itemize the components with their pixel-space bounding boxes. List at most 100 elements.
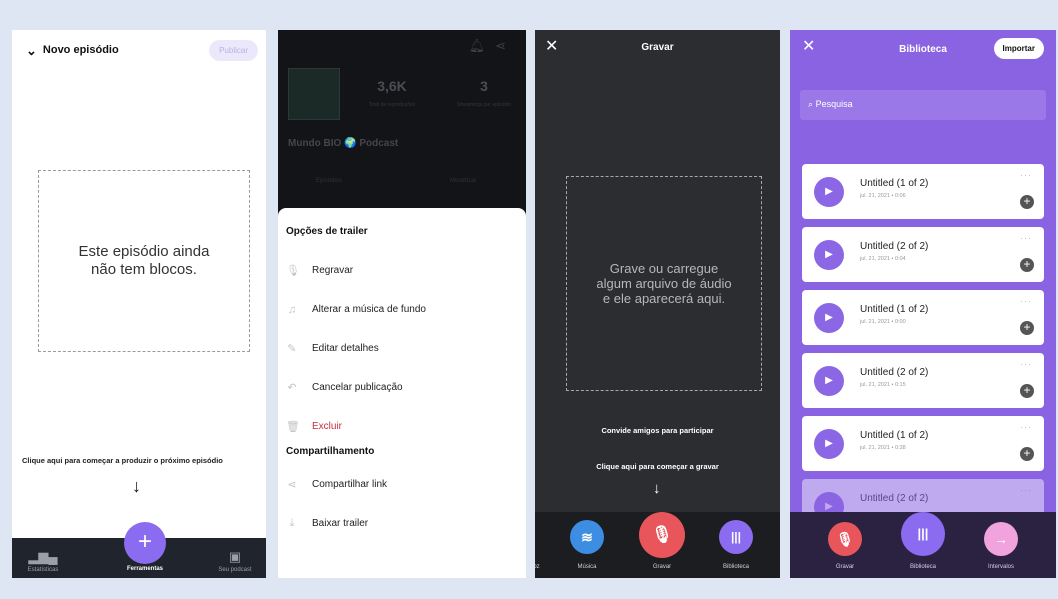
header-title-group[interactable]: ⌄ Novo episódio [26,44,119,57]
play-icon[interactable]: ▶ [814,303,844,333]
add-icon[interactable]: + [1020,321,1034,335]
bar-chart-icon: ▂▆▄ [28,549,58,564]
more-icon[interactable]: ··· [1020,233,1032,243]
download-icon: ⤓ [289,517,295,529]
tab-monetize[interactable]: Monetizar [450,178,476,184]
podcast-icon: ▣ [228,549,242,564]
plays-value: 3,6K [377,78,407,94]
list-item[interactable]: ▶ Untitled (2 of 2) jul. 21, 2021 • 0:15… [802,353,1044,408]
arrow-down-icon: ↓ [132,476,141,496]
arrow-down-icon: ↓ [653,480,661,497]
podcast-name: Mundo BIO 🌍 Podcast [288,138,399,149]
chevron-down-icon[interactable]: ⌄ [26,44,37,57]
streams-value: 3 [480,78,488,94]
list-item[interactable]: ▶ Untitled (1 of 2) jul. 21, 2021 • 0:06… [802,164,1044,219]
play-icon[interactable]: ▶ [814,429,844,459]
library-icon: ||| [730,530,742,544]
empty-state-text: Este episódio ainda não tem blocos. [78,243,210,278]
option-label: Excluir [312,421,343,432]
option-label: Alterar a música de fundo [312,304,426,315]
podcast-cover [288,68,340,120]
more-icon[interactable]: ··· [1020,485,1032,495]
spotify-music-button[interactable]: ≋ [570,520,604,554]
trailer-options-screen: 🔔︎⋖ 3,6K Total de reproduções 3 Streamin… [278,30,526,578]
search-placeholder: Pesquisa [815,99,853,109]
trailer-section-title: Opções de trailer [286,226,368,237]
microphone-icon: 🎙︎ [651,525,673,544]
bell-icon[interactable]: 🔔︎ [469,38,496,53]
add-icon[interactable]: + [1020,195,1034,209]
delete-option[interactable]: 🗑︎ Excluir [286,407,518,446]
intervals-label: Intervalos [987,564,1014,570]
record-toolbar: voz ≋ Música 🎙︎ Gravar ||| Biblioteca [535,512,780,578]
item-title: Untitled (2 of 2) [860,367,929,378]
add-button[interactable]: + [124,522,166,564]
microphone-icon: 🎙︎ [286,265,300,277]
share-section-title: Compartilhamento [286,446,375,457]
publish-button[interactable]: Publicar [209,39,258,61]
search-input[interactable]: ⌕ Pesquisa [800,90,1046,120]
record-button[interactable]: 🎙︎ [639,512,685,558]
add-icon[interactable]: + [1020,384,1034,398]
change-music-option[interactable]: ♫ Alterar a música de fundo [286,290,518,329]
edit-details-option[interactable]: ✎ Editar detalhes [286,329,518,368]
add-icon[interactable]: + [1020,258,1034,272]
top-actions: 🔔︎⋖ [469,38,516,54]
library-label: Biblioteca [909,564,936,570]
music-label: Música [577,564,597,570]
intervals-button[interactable]: → [984,522,1018,556]
item-title: Untitled (1 of 2) [860,304,929,315]
nav-label-tools: Ferramentas [126,566,164,572]
page-title: Gravar [641,42,674,53]
nav-label: Seu podcast [218,567,252,573]
share-icon[interactable]: ⋖ [495,38,516,53]
streams-label: Streamings por episódio [457,102,511,108]
record-screen: ✕ Gravar Grave ou carregue algum arquivo… [535,30,780,578]
play-icon[interactable]: ▶ [814,177,844,207]
plus-icon: + [137,528,152,555]
list-item[interactable]: ▶ Untitled (2 of 2) jul. 21, 2021 • 0:04… [802,227,1044,282]
record-button[interactable]: 🎙︎ [828,522,862,556]
item-meta: jul. 21, 2021 • 0:06 [860,193,906,199]
record-toolbar: 🎙︎ Gravar ||| Biblioteca → Intervalos [790,512,1056,578]
option-label: Regravar [312,265,354,276]
share-link-option[interactable]: ⋖ Compartilhar link [286,465,518,504]
spotify-icon: ≋ [581,529,593,545]
nav-item-statistics[interactable]: ▂▆▄ Estatísticas [18,549,68,573]
share-icon: ⋖ [287,479,297,491]
play-icon[interactable]: ▶ [814,240,844,270]
download-trailer-option[interactable]: ⤓ Baixar trailer [286,504,518,543]
library-label: Biblioteca [722,564,749,570]
list-item[interactable]: ▶ Untitled (1 of 2) jul. 21, 2021 • 0:00… [802,290,1044,345]
option-label: Cancelar publicação [312,382,403,393]
library-icon: ||| [917,526,929,541]
arrow-right-icon: → [994,531,1008,547]
more-icon[interactable]: ··· [1020,422,1032,432]
empty-blocks-area: Este episódio ainda não tem blocos. [38,170,250,352]
microphone-icon: 🎙︎ [836,531,854,547]
record-label: Gravar [835,564,855,570]
list-item[interactable]: ▶ Untitled (1 of 2) jul. 21, 2021 • 0:38… [802,416,1044,471]
tab-episodes[interactable]: Episódios [316,178,342,184]
nav-item-your-podcast[interactable]: ▣ Seu podcast [210,549,260,573]
add-icon[interactable]: + [1020,447,1034,461]
more-icon[interactable]: ··· [1020,170,1032,180]
item-meta: jul. 21, 2021 • 0:04 [860,256,906,262]
record-label: Gravar [652,564,672,570]
library-button[interactable]: ||| [719,520,753,554]
more-icon[interactable]: ··· [1020,296,1032,306]
import-button[interactable]: Importar [993,38,1044,59]
nav-label: Estatísticas [27,567,59,573]
empty-state-text: Grave ou carregue algum arquivo de áudio… [596,261,732,306]
trash-icon: 🗑︎ [286,421,300,433]
item-title: Untitled (2 of 2) [860,493,929,504]
item-title: Untitled (2 of 2) [860,241,929,252]
more-icon[interactable]: ··· [1020,359,1032,369]
rerecord-option[interactable]: 🎙︎ Regravar [286,251,518,290]
item-meta: jul. 21, 2021 • 0:00 [860,319,906,325]
library-screen: ✕ Biblioteca Importar ⌕ Pesquisa ▶ Untit… [790,30,1056,578]
library-button[interactable]: ||| [901,512,945,556]
invite-friends-link[interactable]: Convide amigos para participar [535,426,780,435]
unpublish-option[interactable]: ↶ Cancelar publicação [286,368,518,407]
play-icon[interactable]: ▶ [814,366,844,396]
